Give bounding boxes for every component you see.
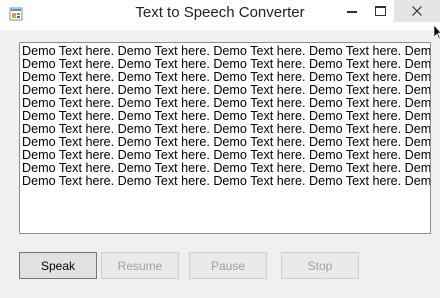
app-window: Text to Speech Converter Demo Text here.… [0, 0, 440, 298]
resume-button[interactable]: Resume [101, 252, 179, 279]
minimize-icon [347, 11, 357, 13]
app-form-icon[interactable] [9, 7, 23, 21]
speak-button[interactable]: Speak [19, 252, 97, 279]
mouse-cursor-icon [433, 24, 440, 40]
text-input-area[interactable]: Demo Text here. Demo Text here. Demo Tex… [19, 42, 431, 234]
stop-button[interactable]: Stop [281, 252, 359, 279]
title-bar[interactable]: Text to Speech Converter [0, 0, 440, 30]
close-icon [412, 6, 422, 16]
pause-button[interactable]: Pause [189, 252, 267, 279]
close-button[interactable] [394, 0, 440, 22]
maximize-button[interactable] [364, 0, 396, 22]
maximize-icon [374, 6, 386, 16]
text-line: Demo Text here. Demo Text here. Demo Tex… [22, 174, 431, 188]
